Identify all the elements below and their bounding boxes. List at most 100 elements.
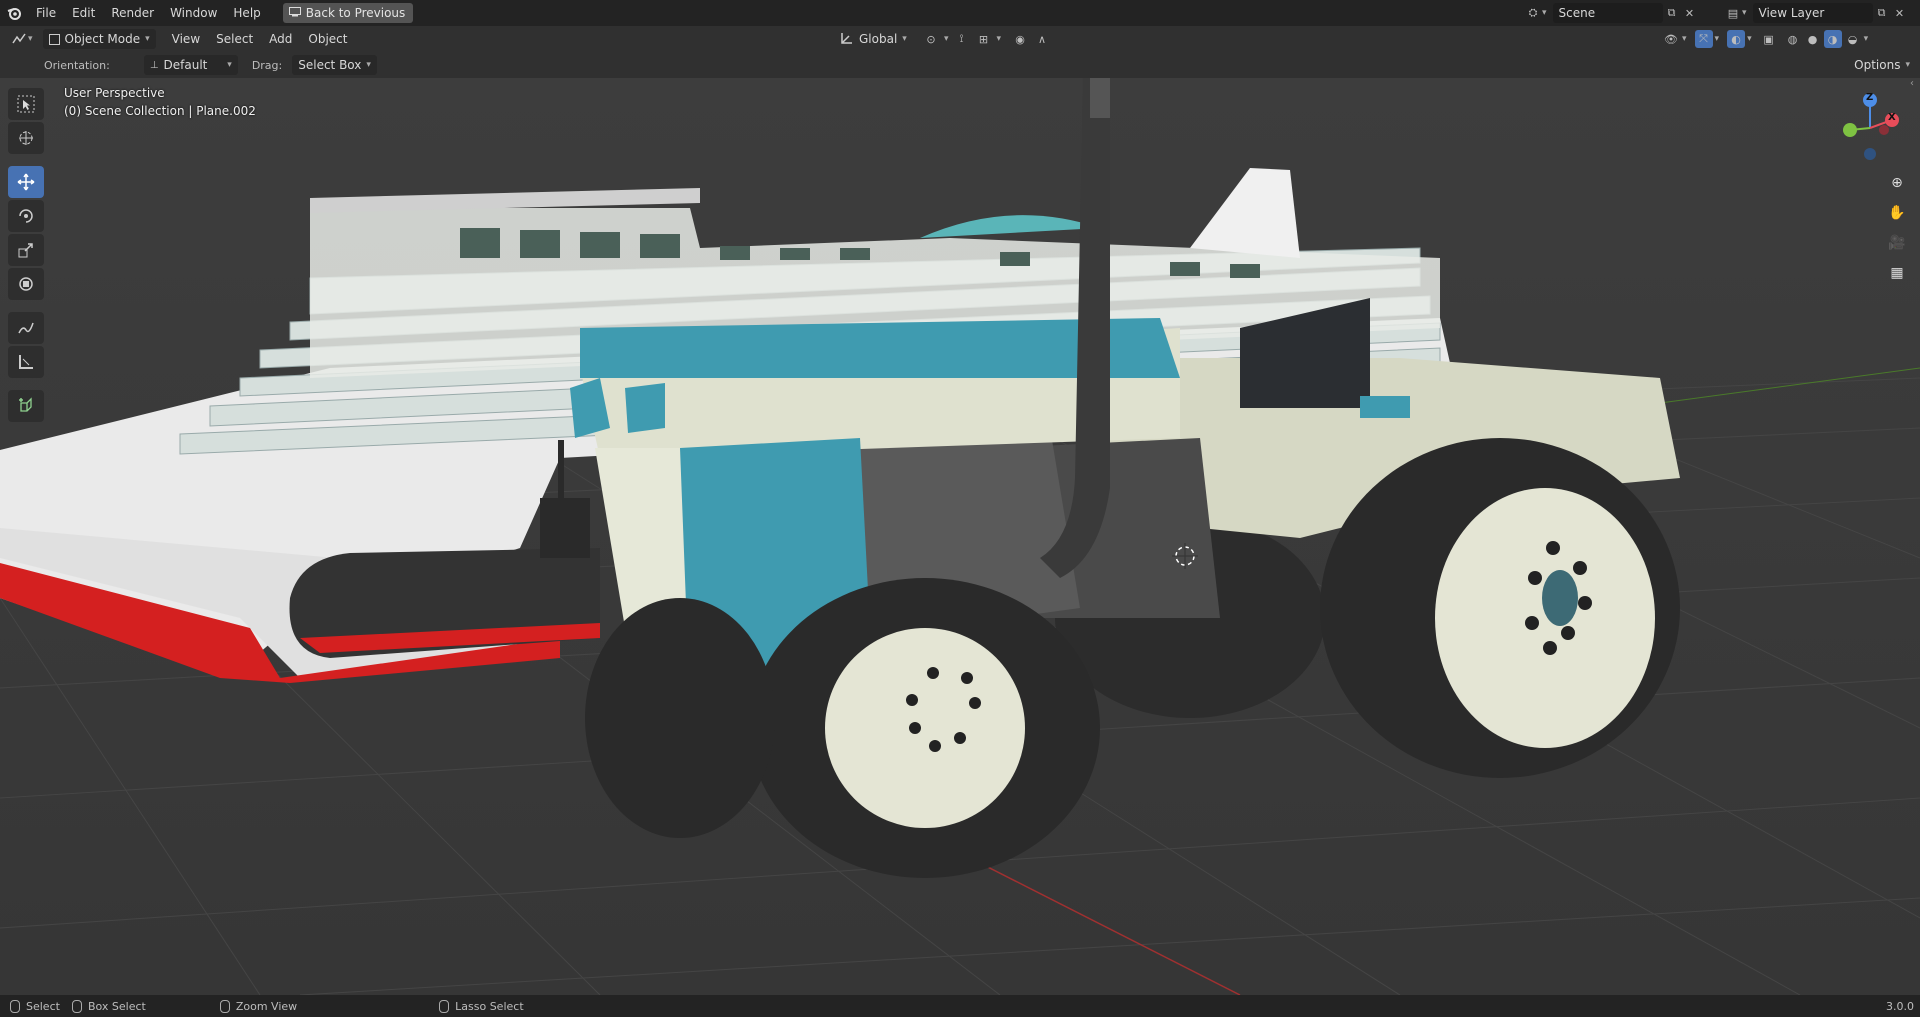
mouse-left-icon (10, 999, 20, 1013)
chevron-down-icon: ▾ (1742, 8, 1747, 18)
menu-object[interactable]: Object (300, 26, 355, 52)
orientation-value: Default (163, 58, 208, 72)
pan-hand-icon[interactable]: ✋ (1884, 200, 1910, 226)
menu-file[interactable]: File (28, 0, 64, 26)
material-preview-shading-icon[interactable]: ◑ (1823, 30, 1842, 48)
back-to-previous-label: Back to Previous (305, 6, 406, 20)
select-box-tool-icon[interactable] (8, 88, 44, 120)
xray-icon[interactable]: ▣ (1760, 30, 1778, 48)
rotate-tool-icon[interactable] (8, 200, 44, 232)
proportional-editing-icon[interactable]: ◉ (1011, 30, 1029, 48)
status-select: Select (10, 999, 60, 1013)
menu-view[interactable]: View (164, 26, 208, 52)
blender-logo-icon[interactable] (0, 0, 28, 26)
scale-tool-icon[interactable] (8, 234, 44, 266)
chevron-down-icon: ▾ (902, 34, 907, 44)
annotate-tool-icon[interactable] (8, 312, 44, 344)
scene-name: Scene (1558, 6, 1596, 20)
drag-value: Select Box (298, 58, 362, 72)
viewport-perspective-label: User Perspective (64, 86, 165, 100)
view-layer-name: View Layer (1758, 6, 1825, 20)
tool-settings-bar: Orientation: ⊥ Default ▾ Drag: Select Bo… (0, 52, 1920, 78)
menu-edit[interactable]: Edit (64, 0, 103, 26)
cursor-tool-icon[interactable] (8, 122, 44, 154)
falloff-icon[interactable]: ∧ (1033, 30, 1051, 48)
status-zoom-view-label: Zoom View (235, 999, 298, 1013)
menu-render[interactable]: Render (103, 0, 162, 26)
chevron-down-icon: ▾ (1863, 34, 1869, 44)
z-axis-label: Z (1866, 92, 1874, 103)
version-label: 3.0.0 (1886, 999, 1914, 1013)
snap-increment-icon[interactable]: ⊞ (975, 30, 993, 48)
scene-selector[interactable]: ⛭ ▾ Scene ⧉ ✕ (1524, 3, 1699, 23)
back-to-previous-button[interactable]: Back to Previous (282, 3, 414, 23)
chevron-down-icon: ▾ (1714, 34, 1720, 44)
scene-render[interactable] (0, 78, 1920, 995)
pivot-point-icon[interactable]: ⊙ (922, 30, 940, 48)
orientation-label: Global (859, 32, 898, 46)
orthographic-grid-icon[interactable]: ▦ (1884, 260, 1910, 286)
3d-viewport[interactable]: User Perspective (0) Scene Collection | … (0, 78, 1920, 995)
status-zoom-view: Zoom View (219, 999, 298, 1013)
editor-type-icon[interactable] (10, 30, 28, 48)
visibility-icon[interactable]: 👁 (1662, 30, 1680, 48)
drag-label: Drag: (251, 58, 283, 72)
mode-label: Object Mode (64, 32, 141, 46)
viewport-header: ▾ Object Mode ▾ View Select Add Object G… (0, 26, 1920, 52)
pivot-snap-tools: ⊙ ▾ ⟟ ⊞ ▾ ◉ ∧ (922, 30, 1051, 48)
menu-add[interactable]: Add (261, 26, 300, 52)
mode-dropdown[interactable]: Object Mode ▾ (42, 29, 156, 49)
transform-tool-icon[interactable] (8, 268, 44, 300)
chevron-down-icon: ▾ (1905, 60, 1910, 70)
new-view-layer-icon[interactable]: ⧉ (1873, 4, 1891, 22)
overlays-toggle-icon[interactable]: ◐ (1727, 30, 1746, 48)
navigation-gizmo[interactable]: Z X Y (1832, 90, 1908, 160)
solid-shading-icon[interactable]: ● (1804, 30, 1822, 48)
status-lasso-select: Lasso Select (439, 999, 524, 1013)
mouse-middle-icon (219, 999, 230, 1013)
wireframe-shading-icon[interactable]: ◍ (1784, 30, 1802, 48)
options-label: Options (1854, 58, 1901, 72)
close-icon[interactable]: ✕ (1681, 4, 1699, 22)
chevron-down-icon: ▾ (227, 60, 232, 70)
measure-tool-icon[interactable] (8, 346, 44, 378)
menu-help[interactable]: Help (225, 0, 268, 26)
move-tool-icon[interactable] (8, 166, 44, 198)
camera-icon[interactable]: 🎥 (1884, 230, 1910, 256)
view-layer-selector[interactable]: ▤ ▾ View Layer ⧉ ✕ (1724, 3, 1909, 23)
chevron-down-icon: ▾ (996, 34, 1002, 44)
orientation-label: Orientation: (44, 58, 110, 72)
zoom-icon[interactable]: ⊕ (1884, 170, 1910, 196)
object-mode-icon (48, 33, 60, 45)
rendered-shading-icon[interactable]: ◒ (1844, 30, 1862, 48)
gizmo-toggle-icon[interactable]: ⤧ (1694, 30, 1713, 48)
chevron-down-icon: ▾ (1682, 34, 1687, 44)
scene-name-field[interactable]: Scene (1552, 3, 1663, 23)
snap-icon[interactable]: ⟟ (953, 30, 971, 48)
chevron-down-icon: ▾ (944, 34, 949, 44)
viewport-shading-tools: 👁 ▾ ⤧ ▾ ◐ ▾ ▣ ◍ ● ◑ ◒ ▾ (1662, 30, 1868, 48)
sidebar-toggle-icon[interactable]: ‹ (1910, 78, 1914, 89)
top-menubar: File Edit Render Window Help Back to Pre… (0, 0, 1920, 26)
chevron-down-icon: ▾ (366, 60, 371, 70)
x-axis-label: X (1888, 112, 1896, 123)
screen-icon (288, 6, 301, 20)
orientation-dropdown[interactable]: ⊥ Default ▾ (143, 55, 238, 75)
transform-orientation-dropdown[interactable]: Global ▾ (834, 29, 913, 49)
menu-window[interactable]: Window (162, 0, 225, 26)
close-icon[interactable]: ✕ (1891, 4, 1909, 22)
options-dropdown[interactable]: Options ▾ (1848, 55, 1916, 75)
drag-dropdown[interactable]: Select Box ▾ (292, 55, 377, 75)
orientation-icon: ⊥ (149, 59, 159, 71)
status-box-select: Box Select (71, 999, 146, 1013)
new-scene-icon[interactable]: ⧉ (1663, 4, 1681, 22)
chevron-down-icon: ▾ (28, 34, 33, 44)
menu-select[interactable]: Select (208, 26, 261, 52)
scene-icon: ⛭ (1528, 6, 1538, 19)
viewport-collection-label: (0) Scene Collection | Plane.002 (64, 104, 256, 118)
view-layer-field[interactable]: View Layer (1752, 3, 1873, 23)
status-box-select-label: Box Select (87, 999, 146, 1013)
status-lasso-select-label: Lasso Select (455, 999, 524, 1013)
orientation-axes-icon (840, 32, 854, 47)
add-cube-tool-icon[interactable] (8, 390, 44, 422)
